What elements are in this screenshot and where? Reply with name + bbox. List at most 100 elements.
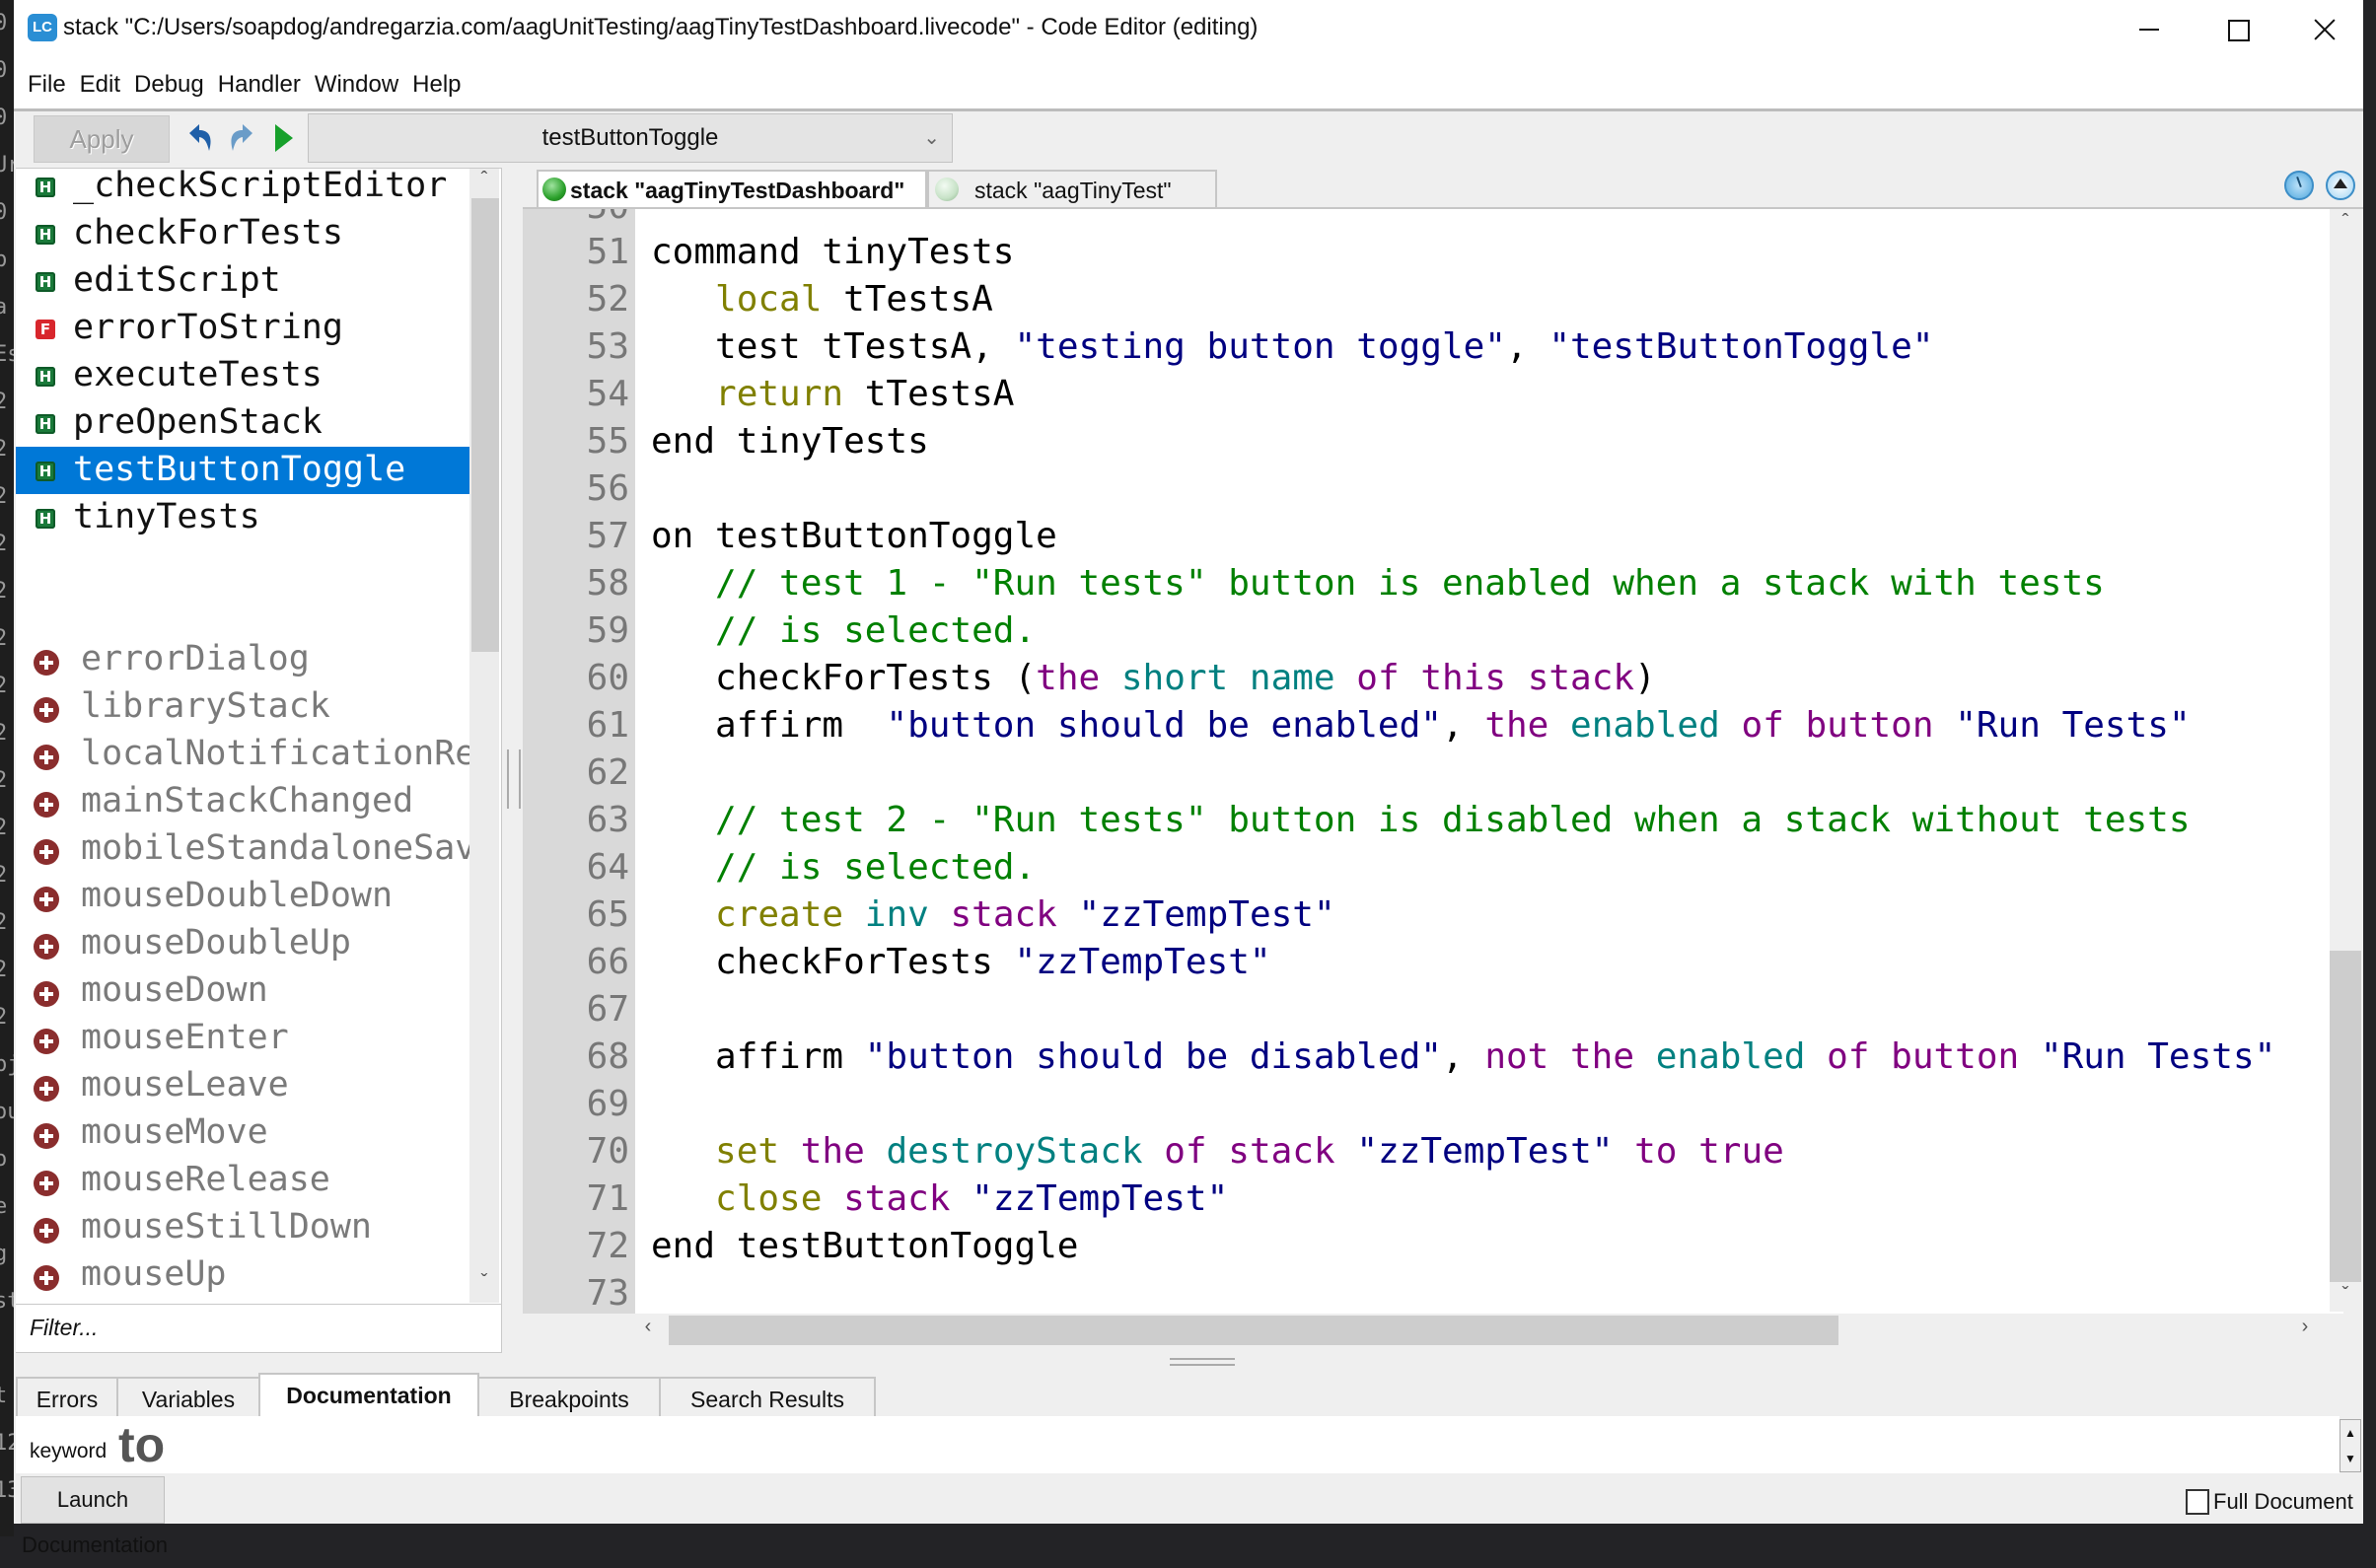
handler-item[interactable]: H _checkScriptEditor: [16, 169, 469, 210]
background-text-fragment: 2: [0, 910, 8, 935]
scrollbar-thumb[interactable]: [471, 198, 499, 652]
pane-resize-handle[interactable]: [1170, 1358, 1235, 1366]
code-text: command tinyTests: [651, 229, 1014, 276]
menu-file[interactable]: File: [26, 57, 68, 112]
code-vertical-scrollbar[interactable]: ˆ ˇ: [2330, 209, 2361, 1312]
handler-item[interactable]: HpreOpenStack: [16, 399, 469, 447]
tab-aagTinyTestDashboard[interactable]: stack "aagTinyTestDashboard": [537, 170, 927, 207]
close-icon[interactable]: [2282, 8, 2371, 51]
add-handler-icon[interactable]: [34, 887, 59, 912]
scroll-up-icon[interactable]: ▲: [2340, 1420, 2360, 1446]
add-handler-icon[interactable]: [34, 839, 59, 865]
tab-breakpoints[interactable]: Breakpoints: [477, 1377, 661, 1418]
add-handler-icon[interactable]: [34, 745, 59, 770]
code-text: // test 2 - "Run tests" button is disabl…: [651, 797, 2191, 844]
filter-input[interactable]: Filter...: [16, 1304, 502, 1353]
add-handler-icon[interactable]: [34, 650, 59, 676]
background-text-fragment: e: [0, 1194, 8, 1219]
message-item[interactable]: mouseDoubleUp: [16, 920, 469, 967]
message-item[interactable]: mouseEnter: [16, 1015, 469, 1062]
full-document-checkbox[interactable]: [2186, 1489, 2209, 1515]
menu-help[interactable]: Help: [410, 57, 463, 112]
line-number: 59: [586, 610, 629, 651]
code-token-str: "zzTempTest": [1078, 894, 1335, 935]
tab-search-results[interactable]: Search Results: [659, 1377, 876, 1418]
menu-window[interactable]: Window: [313, 57, 400, 112]
message-item[interactable]: mouseDoubleDown: [16, 873, 469, 920]
handler-item[interactable]: HeditScript: [16, 257, 469, 305]
scroll-right-icon[interactable]: ›: [2290, 1316, 2320, 1338]
background-text-fragment: 2: [0, 437, 8, 462]
code-editor[interactable]: 5051command tinyTests52 local tTestsA53 …: [523, 209, 2343, 1314]
message-item[interactable]: localNotificationReceived: [16, 731, 469, 778]
add-handler-icon[interactable]: [34, 697, 59, 723]
handler-item[interactable]: HtinyTests: [16, 494, 469, 541]
code-token-cmd: [779, 1131, 801, 1172]
message-item[interactable]: mouseLeave: [16, 1062, 469, 1109]
code-token-cmd: [1934, 705, 1956, 746]
tab-aagTinyTest[interactable]: stack "aagTinyTest": [927, 170, 1217, 207]
code-text: affirm "button should be enabled", the e…: [651, 702, 2191, 749]
handler-list-scrollbar[interactable]: ˆ ˇ: [469, 169, 499, 1303]
redo-icon[interactable]: [225, 121, 258, 155]
scroll-down-icon[interactable]: ▼: [2340, 1446, 2360, 1471]
code-horizontal-scrollbar[interactable]: ‹ ›: [633, 1314, 2330, 1347]
message-item[interactable]: mouseRelease: [16, 1157, 469, 1204]
scroll-down-icon[interactable]: ˇ: [469, 1271, 499, 1294]
code-token-cmd: [651, 894, 715, 935]
add-handler-icon[interactable]: [34, 1076, 59, 1102]
message-item[interactable]: libraryStack: [16, 683, 469, 731]
code-token-prop: destroyStack: [886, 1131, 1143, 1172]
collapse-icon[interactable]: [2326, 171, 2355, 200]
tab-errors[interactable]: Errors: [16, 1377, 118, 1418]
add-handler-icon[interactable]: [34, 792, 59, 818]
add-handler-icon[interactable]: [34, 1171, 59, 1196]
add-handler-icon[interactable]: [34, 934, 59, 960]
message-name: mouseDoubleDown: [81, 876, 394, 915]
undo-icon[interactable]: [183, 121, 217, 155]
panel-splitter[interactable]: [507, 749, 521, 809]
add-handler-icon[interactable]: [34, 981, 59, 1007]
add-handler-icon[interactable]: [34, 1029, 59, 1054]
message-item[interactable]: errorDialog: [16, 636, 469, 683]
run-icon[interactable]: [266, 121, 300, 155]
message-item[interactable]: mouseStillDown: [16, 1204, 469, 1251]
scroll-left-icon[interactable]: ‹: [633, 1316, 663, 1338]
doc-scroll-stepper[interactable]: ▲ ▼: [2340, 1419, 2361, 1472]
minimize-icon[interactable]: [2105, 8, 2194, 51]
maximize-icon[interactable]: [2194, 8, 2282, 51]
background-text-fragment: 2: [0, 674, 8, 698]
add-handler-icon[interactable]: [34, 1123, 59, 1149]
scrollbar-thumb[interactable]: [669, 1316, 1838, 1345]
launch-documentation-button[interactable]: Launch Documentation: [21, 1476, 168, 1557]
scroll-up-icon[interactable]: ˆ: [469, 169, 499, 191]
handler-item[interactable]: HtestButtonToggle: [16, 447, 469, 494]
message-item[interactable]: mouseDown: [16, 967, 469, 1015]
scrollbar-thumb[interactable]: [2330, 951, 2361, 1282]
code-token-str: "zzTempTest": [972, 1178, 1229, 1219]
add-handler-icon[interactable]: [34, 1218, 59, 1244]
line-number: 58: [586, 563, 629, 604]
scroll-up-icon[interactable]: ˆ: [2330, 211, 2361, 234]
add-handler-icon[interactable]: [34, 1265, 59, 1291]
menu-debug[interactable]: Debug: [132, 57, 206, 112]
handler-item[interactable]: FerrorToString: [16, 305, 469, 352]
clock-icon[interactable]: [2284, 171, 2314, 200]
message-item[interactable]: mainStackChanged: [16, 778, 469, 825]
line-number: 61: [586, 705, 629, 746]
apply-button[interactable]: Apply: [34, 115, 170, 163]
code-token-op: not the: [1484, 1036, 1635, 1077]
message-item[interactable]: mouseUp: [16, 1251, 469, 1299]
message-item[interactable]: mouseMove: [16, 1109, 469, 1157]
handler-item[interactable]: HexecuteTests: [16, 352, 469, 399]
handler-dropdown[interactable]: testButtonToggle ⌄: [308, 113, 953, 163]
scroll-down-icon[interactable]: ˇ: [2330, 1284, 2361, 1307]
handler-item[interactable]: HcheckForTests: [16, 210, 469, 257]
menu-edit[interactable]: Edit: [78, 57, 122, 112]
code-token-cmd: [651, 800, 715, 840]
tab-variables[interactable]: Variables: [116, 1377, 260, 1418]
code-text: end tinyTests: [651, 418, 929, 465]
message-item[interactable]: mobileStandaloneSaved: [16, 825, 469, 873]
tab-documentation[interactable]: Documentation: [258, 1373, 479, 1418]
menu-handler[interactable]: Handler: [216, 57, 303, 112]
